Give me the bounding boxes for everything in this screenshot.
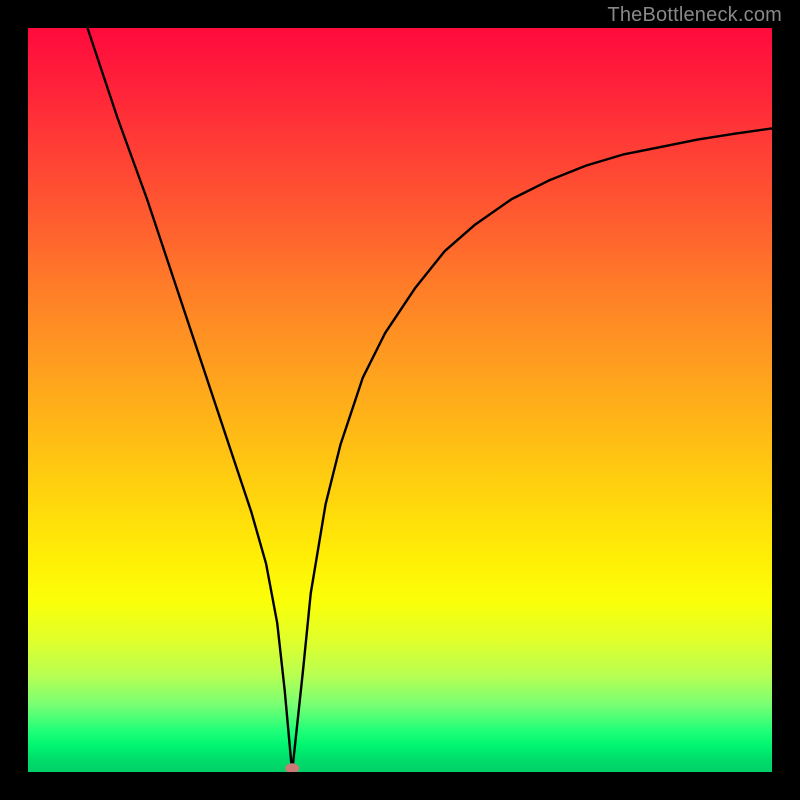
curve-layer bbox=[28, 28, 772, 772]
chart-plot-area bbox=[28, 28, 772, 772]
bottleneck-curve bbox=[88, 28, 772, 772]
watermark-text: TheBottleneck.com bbox=[607, 4, 782, 27]
optimal-point-marker bbox=[285, 763, 299, 772]
